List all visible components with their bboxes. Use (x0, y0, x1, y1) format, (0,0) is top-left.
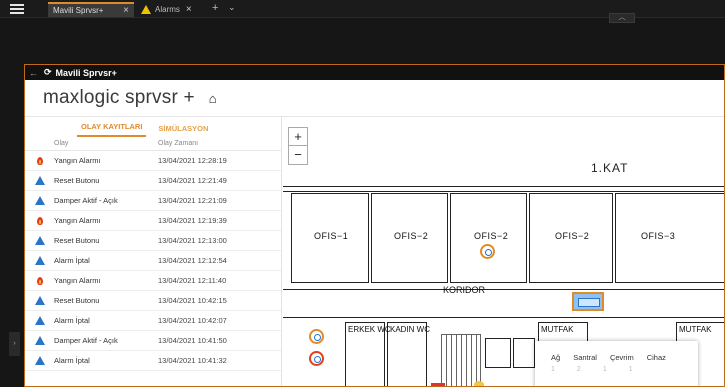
brand-logo: maxlogic sprvsr + (43, 87, 195, 108)
popup-value: 1 (602, 366, 607, 373)
fire-icon (36, 276, 44, 286)
control-panel-icon[interactable] (572, 292, 604, 311)
table-row[interactable]: Alarm İptal 13/04/2021 12:12:54 (25, 251, 281, 271)
events-table-header: Olay Olay Zamanı (25, 137, 281, 151)
device-info-popup: Ağ Santral Çevrim Cihaz 1 2 1 1 (535, 341, 698, 386)
collapse-button[interactable]: ︿ (609, 13, 635, 23)
info-triangle-icon (34, 176, 45, 185)
popup-value: 2 (576, 366, 581, 373)
popup-header: Ağ (551, 353, 561, 362)
wall (283, 186, 724, 187)
close-icon[interactable]: × (186, 4, 192, 15)
events-panel: OLAY KAYITLARI SİMÜLASYON Olay Olay Zama… (25, 117, 282, 386)
floor-title: 1.KAT (591, 161, 629, 175)
elevator (513, 338, 535, 368)
detector-icon[interactable] (474, 381, 484, 386)
close-icon[interactable]: × (123, 5, 129, 16)
info-triangle-icon (34, 356, 45, 365)
table-row[interactable]: Yangın Alarmı 13/04/2021 12:28:19 (25, 151, 281, 171)
app-title: Mavili Sprvsr+ (55, 67, 117, 78)
alarm-button-icon[interactable] (431, 383, 445, 386)
column-olay: Olay (54, 140, 69, 147)
smoke-detector-icon[interactable] (480, 244, 495, 259)
sensor-icon[interactable] (309, 329, 324, 344)
zoom-control: + − (288, 127, 308, 165)
tab-mavili-sprvsr[interactable]: Mavili Sprvsr+ × (48, 2, 134, 17)
elevator (485, 338, 511, 368)
tab-label: Alarms (155, 5, 180, 14)
fire-icon (36, 156, 44, 166)
table-row[interactable]: Yangın Alarmı 13/04/2021 12:19:39 (25, 211, 281, 231)
tab-olay-kayitlari[interactable]: OLAY KAYITLARI (77, 122, 147, 137)
events-tabs: OLAY KAYITLARI SİMÜLASYON (25, 117, 281, 137)
table-row[interactable]: Reset Butonu 13/04/2021 12:13:00 (25, 231, 281, 251)
stairs (441, 334, 481, 386)
wall (283, 289, 724, 290)
room-label: OFIS−2 (394, 231, 429, 241)
tab-label: Mavili Sprvsr+ (53, 6, 104, 15)
info-triangle-icon (34, 336, 45, 345)
table-row[interactable]: Reset Butonu 13/04/2021 10:42:15 (25, 291, 281, 311)
table-row[interactable]: Alarm İptal 13/04/2021 10:42:07 (25, 311, 281, 331)
popup-header: Santral (573, 353, 597, 362)
zoom-out-button[interactable]: − (289, 146, 307, 164)
room-label: OFIS−3 (641, 231, 676, 241)
brand-header: maxlogic sprvsr + ⌂ (25, 80, 724, 117)
menu-icon[interactable] (10, 4, 24, 14)
wc-label: KADIN WC (390, 325, 430, 334)
events-table-body: Yangın Alarmı 13/04/2021 12:28:19 Reset B… (25, 151, 281, 371)
back-icon[interactable]: ← (29, 68, 38, 78)
chevron-down-icon[interactable]: ⌄ (228, 2, 236, 13)
corridor-label: KORIDOR (443, 285, 486, 295)
info-triangle-icon (34, 236, 45, 245)
table-row[interactable]: Alarm İptal 13/04/2021 10:41:32 (25, 351, 281, 371)
popup-value: 1 (551, 366, 555, 373)
warning-icon (141, 5, 151, 14)
room-label: OFIS−2 (555, 231, 590, 241)
siren-icon[interactable] (309, 351, 324, 366)
refresh-icon[interactable]: ⟳ (44, 67, 52, 78)
table-row[interactable]: Damper Aktif - Açık 13/04/2021 12:21:09 (25, 191, 281, 211)
wall (283, 191, 724, 192)
fire-icon (36, 216, 44, 226)
floor-plan[interactable]: + − 1.KAT OFIS−1 OFIS−2 OFIS−2 OFIS−2 OF… (283, 117, 724, 386)
new-tab-icon[interactable]: + (212, 2, 218, 14)
table-row[interactable]: Reset Butonu 13/04/2021 12:21:49 (25, 171, 281, 191)
info-triangle-icon (34, 316, 45, 325)
tab-alarms[interactable]: Alarms × (136, 2, 206, 17)
room-label: OFIS−2 (474, 231, 509, 241)
info-triangle-icon (34, 196, 45, 205)
popup-header: Çevrim (609, 353, 634, 362)
column-olay-zamani: Olay Zamanı (158, 140, 199, 147)
app-window: ← ⟳ Mavili Sprvsr+ maxlogic sprvsr + ⌂ O… (24, 64, 725, 387)
kitchen-label: MUTFAK (541, 325, 574, 334)
tab-simulasyon[interactable]: SİMÜLASYON (158, 124, 208, 137)
popup-header: Cihaz (646, 353, 666, 362)
popup-value: 1 (628, 366, 633, 373)
table-row[interactable]: Yangın Alarmı 13/04/2021 12:11:40 (25, 271, 281, 291)
wc-label: ERKEK WC (348, 325, 391, 334)
home-icon[interactable]: ⌂ (209, 91, 217, 106)
room-label: OFIS−1 (314, 231, 349, 241)
wall (283, 317, 724, 318)
info-triangle-icon (34, 296, 45, 305)
zoom-in-button[interactable]: + (289, 128, 307, 146)
info-triangle-icon (34, 256, 45, 265)
kitchen-label: MUTFAK (679, 325, 712, 334)
app-title-bar: ← ⟳ Mavili Sprvsr+ (25, 65, 724, 80)
table-row[interactable]: Damper Aktif - Açık 13/04/2021 10:41:50 (25, 331, 281, 351)
side-panel-handle[interactable]: › (9, 332, 20, 356)
